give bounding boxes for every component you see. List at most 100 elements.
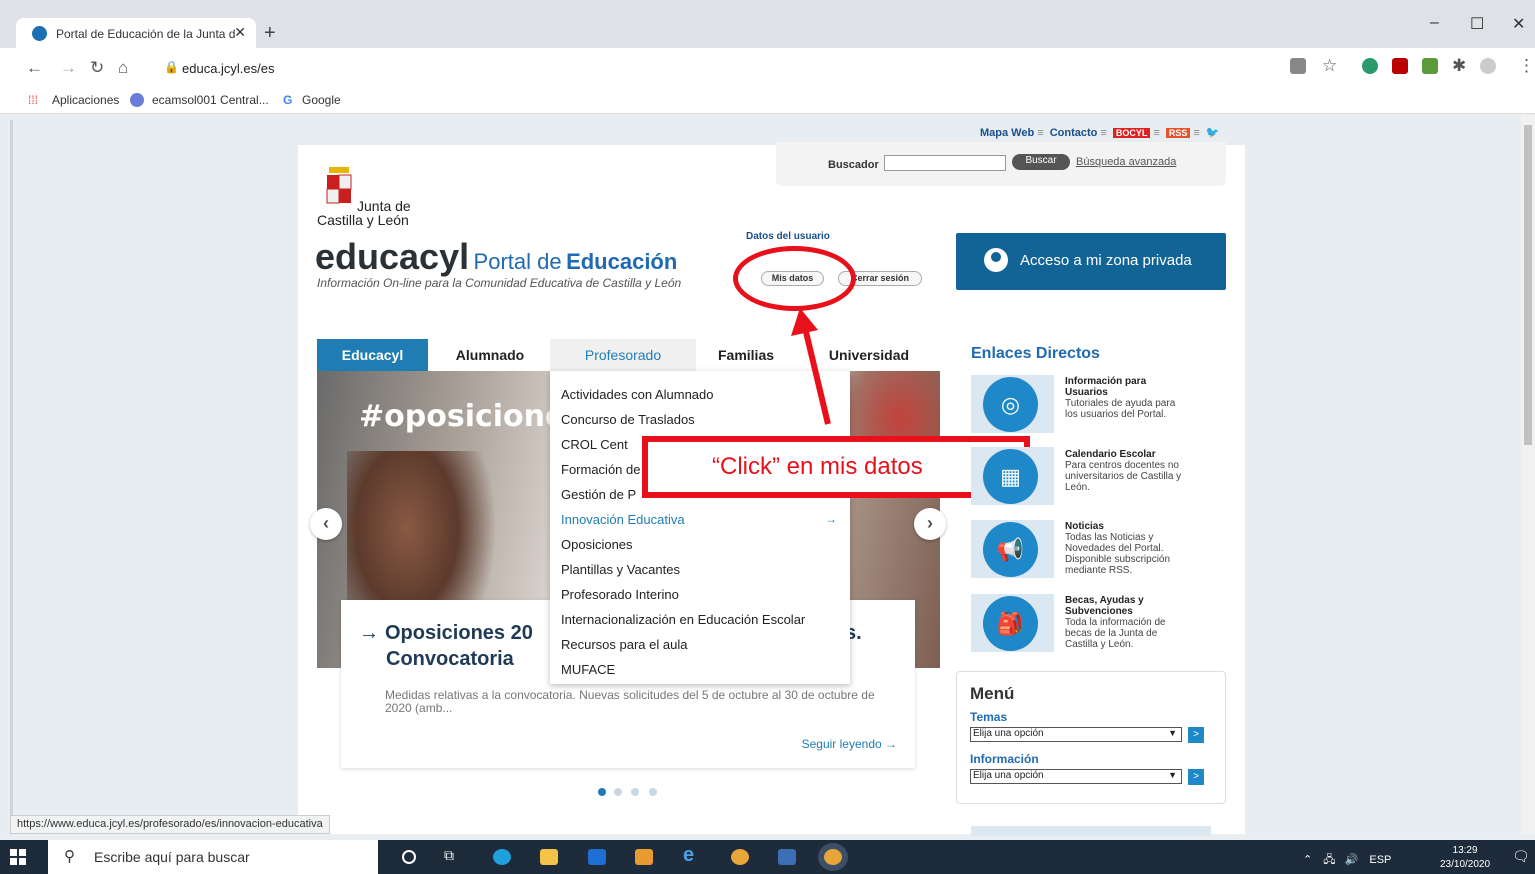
menu-item[interactable]: MUFACE — [561, 662, 615, 677]
status-bar-url: https://www.educa.jcyl.es/profesorado/es… — [10, 815, 330, 834]
menu-kebab-icon[interactable]: ⋮ — [1518, 56, 1535, 76]
ecamsol-icon — [130, 93, 144, 107]
link-contacto[interactable]: Contacto — [1050, 127, 1098, 139]
apps-grid-icon[interactable]: ⁞⁞⁞ — [28, 93, 38, 107]
back-icon[interactable]: ← — [26, 58, 43, 78]
enlace-becas-text[interactable]: Becas, Ayudas y Subvenciones Toda la info… — [1065, 595, 1190, 650]
close-tab-icon[interactable]: ✕ — [234, 24, 246, 41]
tab-profesorado[interactable]: Profesorado — [550, 339, 696, 371]
slider-prev-icon[interactable]: ‹ — [310, 508, 342, 540]
window-close-icon[interactable]: ✕ — [1512, 14, 1525, 34]
enlace-usuarios-tile[interactable]: ◎ — [971, 375, 1054, 433]
new-tab-icon[interactable]: + — [264, 22, 276, 45]
bookmark-star-icon[interactable]: ☆ — [1322, 56, 1337, 76]
search-label: Buscador — [828, 159, 879, 171]
extension-shield-icon[interactable] — [1422, 58, 1438, 74]
tab-universidad[interactable]: Universidad — [805, 339, 933, 371]
enlace-noticias-text[interactable]: Noticias Todas las Noticias y Novedades d… — [1065, 521, 1190, 576]
temas-select[interactable]: Elija una opción ▼ — [970, 727, 1182, 742]
bookmark-google[interactable]: Google — [302, 93, 341, 107]
user-icon — [984, 248, 1008, 272]
educacyl-brand[interactable]: educacyl Portal de Educación — [315, 236, 677, 278]
home-icon[interactable]: ⌂ — [118, 58, 128, 78]
taskbar-clock[interactable]: 13:29 23/10/2020 — [1440, 844, 1490, 872]
system-tray[interactable]: ⌃ 🖧 🔊 ESP — [1303, 851, 1391, 870]
read-more-link[interactable]: Seguir leyendo → — [802, 737, 897, 751]
menu-item[interactable]: CROL Cent — [561, 437, 628, 452]
menu-item[interactable]: Oposiciones — [561, 537, 633, 552]
link-rss[interactable]: RSS — [1165, 128, 1191, 138]
page-scrollbar[interactable] — [1521, 115, 1535, 834]
menu-item[interactable]: Recursos para el aula — [561, 637, 687, 652]
cortana-icon[interactable] — [402, 850, 416, 864]
scrollbar-thumb[interactable] — [1524, 125, 1532, 445]
minimize-icon[interactable]: – — [1430, 14, 1439, 32]
menu-item[interactable]: Formación de — [561, 462, 640, 477]
menu-item-highlighted[interactable]: Innovación Educativa — [561, 512, 685, 527]
tray-chevron-icon: ⌃ — [1303, 854, 1313, 866]
menu-item[interactable]: Gestión de P — [561, 487, 636, 502]
extensions-puzzle-icon[interactable]: ✱ — [1452, 56, 1466, 76]
forward-icon[interactable]: → — [60, 58, 77, 78]
chrome-icon[interactable] — [731, 849, 749, 865]
edge-icon[interactable] — [493, 849, 511, 865]
slider-dot-4[interactable] — [649, 788, 657, 796]
slider-dot-3[interactable] — [631, 788, 639, 796]
reload-icon[interactable]: ↻ — [90, 58, 104, 78]
temas-label: Temas — [970, 710, 1008, 724]
ie-icon[interactable]: e — [683, 844, 701, 866]
pdf-extension-icon[interactable] — [1392, 58, 1408, 74]
tab-educacyl[interactable]: Educacyl — [317, 339, 428, 371]
menu-item[interactable]: Profesorado Interino — [561, 587, 679, 602]
private-zone-button[interactable]: Acceso a mi zona privada — [956, 233, 1226, 290]
link-bocyl[interactable]: BOCYL — [1112, 128, 1151, 138]
bookmarks-bar: ⁞⁞⁞ Aplicaciones ecamsol001 Central... G… — [0, 88, 1535, 114]
menu-title: Menú — [970, 684, 1015, 703]
windows-start-icon[interactable] — [10, 849, 26, 865]
enlace-usuarios-text[interactable]: Información para Usuarios Tutoriales de a… — [1065, 376, 1190, 420]
enlace-becas-tile[interactable]: 🎒 — [971, 594, 1054, 652]
advanced-search-link[interactable]: Búsqueda avanzada — [1076, 156, 1176, 168]
browser-tab[interactable]: Portal de Educación de la Junta d ✕ — [16, 18, 256, 48]
slider-next-icon[interactable]: › — [914, 508, 946, 540]
google-icon: G — [283, 93, 293, 107]
bookmark-apps[interactable]: Aplicaciones — [52, 93, 119, 107]
address-bar[interactable]: 🔒 educa.jcyl.es/es — [150, 56, 1280, 82]
tab-familias[interactable]: Familias — [700, 339, 792, 371]
profile-avatar-icon[interactable] — [1480, 58, 1496, 74]
link-mapa-web[interactable]: Mapa Web — [980, 127, 1034, 139]
notifications-icon[interactable]: 🗨 — [1512, 848, 1530, 865]
bookmark-ecamsol[interactable]: ecamsol001 Central... — [152, 93, 269, 107]
info-go-button[interactable]: > — [1188, 769, 1204, 785]
app-icon[interactable] — [635, 849, 653, 865]
extension-green-icon[interactable] — [1362, 58, 1378, 74]
menu-item[interactable]: Actividades con Alumnado — [561, 387, 713, 402]
search-icon: ⚲ — [64, 848, 75, 865]
slider-dot-2[interactable] — [614, 788, 622, 796]
enlace-calendario-text[interactable]: Calendario Escolar Para centros docentes … — [1065, 449, 1190, 493]
tab-alumnado[interactable]: Alumnado — [432, 339, 548, 371]
menu-item[interactable]: Plantillas y Vacantes — [561, 562, 680, 577]
search-input[interactable] — [884, 155, 1006, 171]
mail-icon[interactable] — [588, 849, 606, 865]
lifebuoy-icon: ◎ — [983, 377, 1038, 432]
menu-item[interactable]: Internacionalización en Educación Escola… — [561, 612, 805, 627]
chrome-active-icon[interactable] — [824, 849, 842, 865]
word-icon[interactable] — [778, 849, 796, 865]
chevron-down-icon: ▼ — [1168, 770, 1177, 780]
task-view-icon[interactable]: ⧉ — [444, 847, 462, 863]
profesorado-dropdown: Actividades con Alumnado Concurso de Tra… — [550, 371, 850, 684]
search-button[interactable]: Buscar — [1012, 154, 1070, 170]
taskbar-search[interactable]: ⚲ Escribe aquí para buscar — [48, 840, 378, 874]
translate-icon[interactable] — [1290, 58, 1306, 74]
annotation-text: “Click” en mis datos — [712, 453, 923, 480]
enlace-noticias-tile[interactable]: 📢 — [971, 520, 1054, 578]
menu-item[interactable]: Concurso de Traslados — [561, 412, 695, 427]
maximize-icon[interactable]: ☐ — [1470, 14, 1484, 34]
info-select[interactable]: Elija una opción ▼ — [970, 769, 1182, 784]
temas-go-button[interactable]: > — [1188, 727, 1204, 743]
enlace-calendario-tile[interactable]: ▦ — [971, 447, 1054, 505]
file-explorer-icon[interactable] — [540, 849, 558, 865]
slider-dot-1[interactable] — [598, 788, 606, 796]
twitter-icon[interactable]: 🐦 — [1206, 127, 1220, 139]
